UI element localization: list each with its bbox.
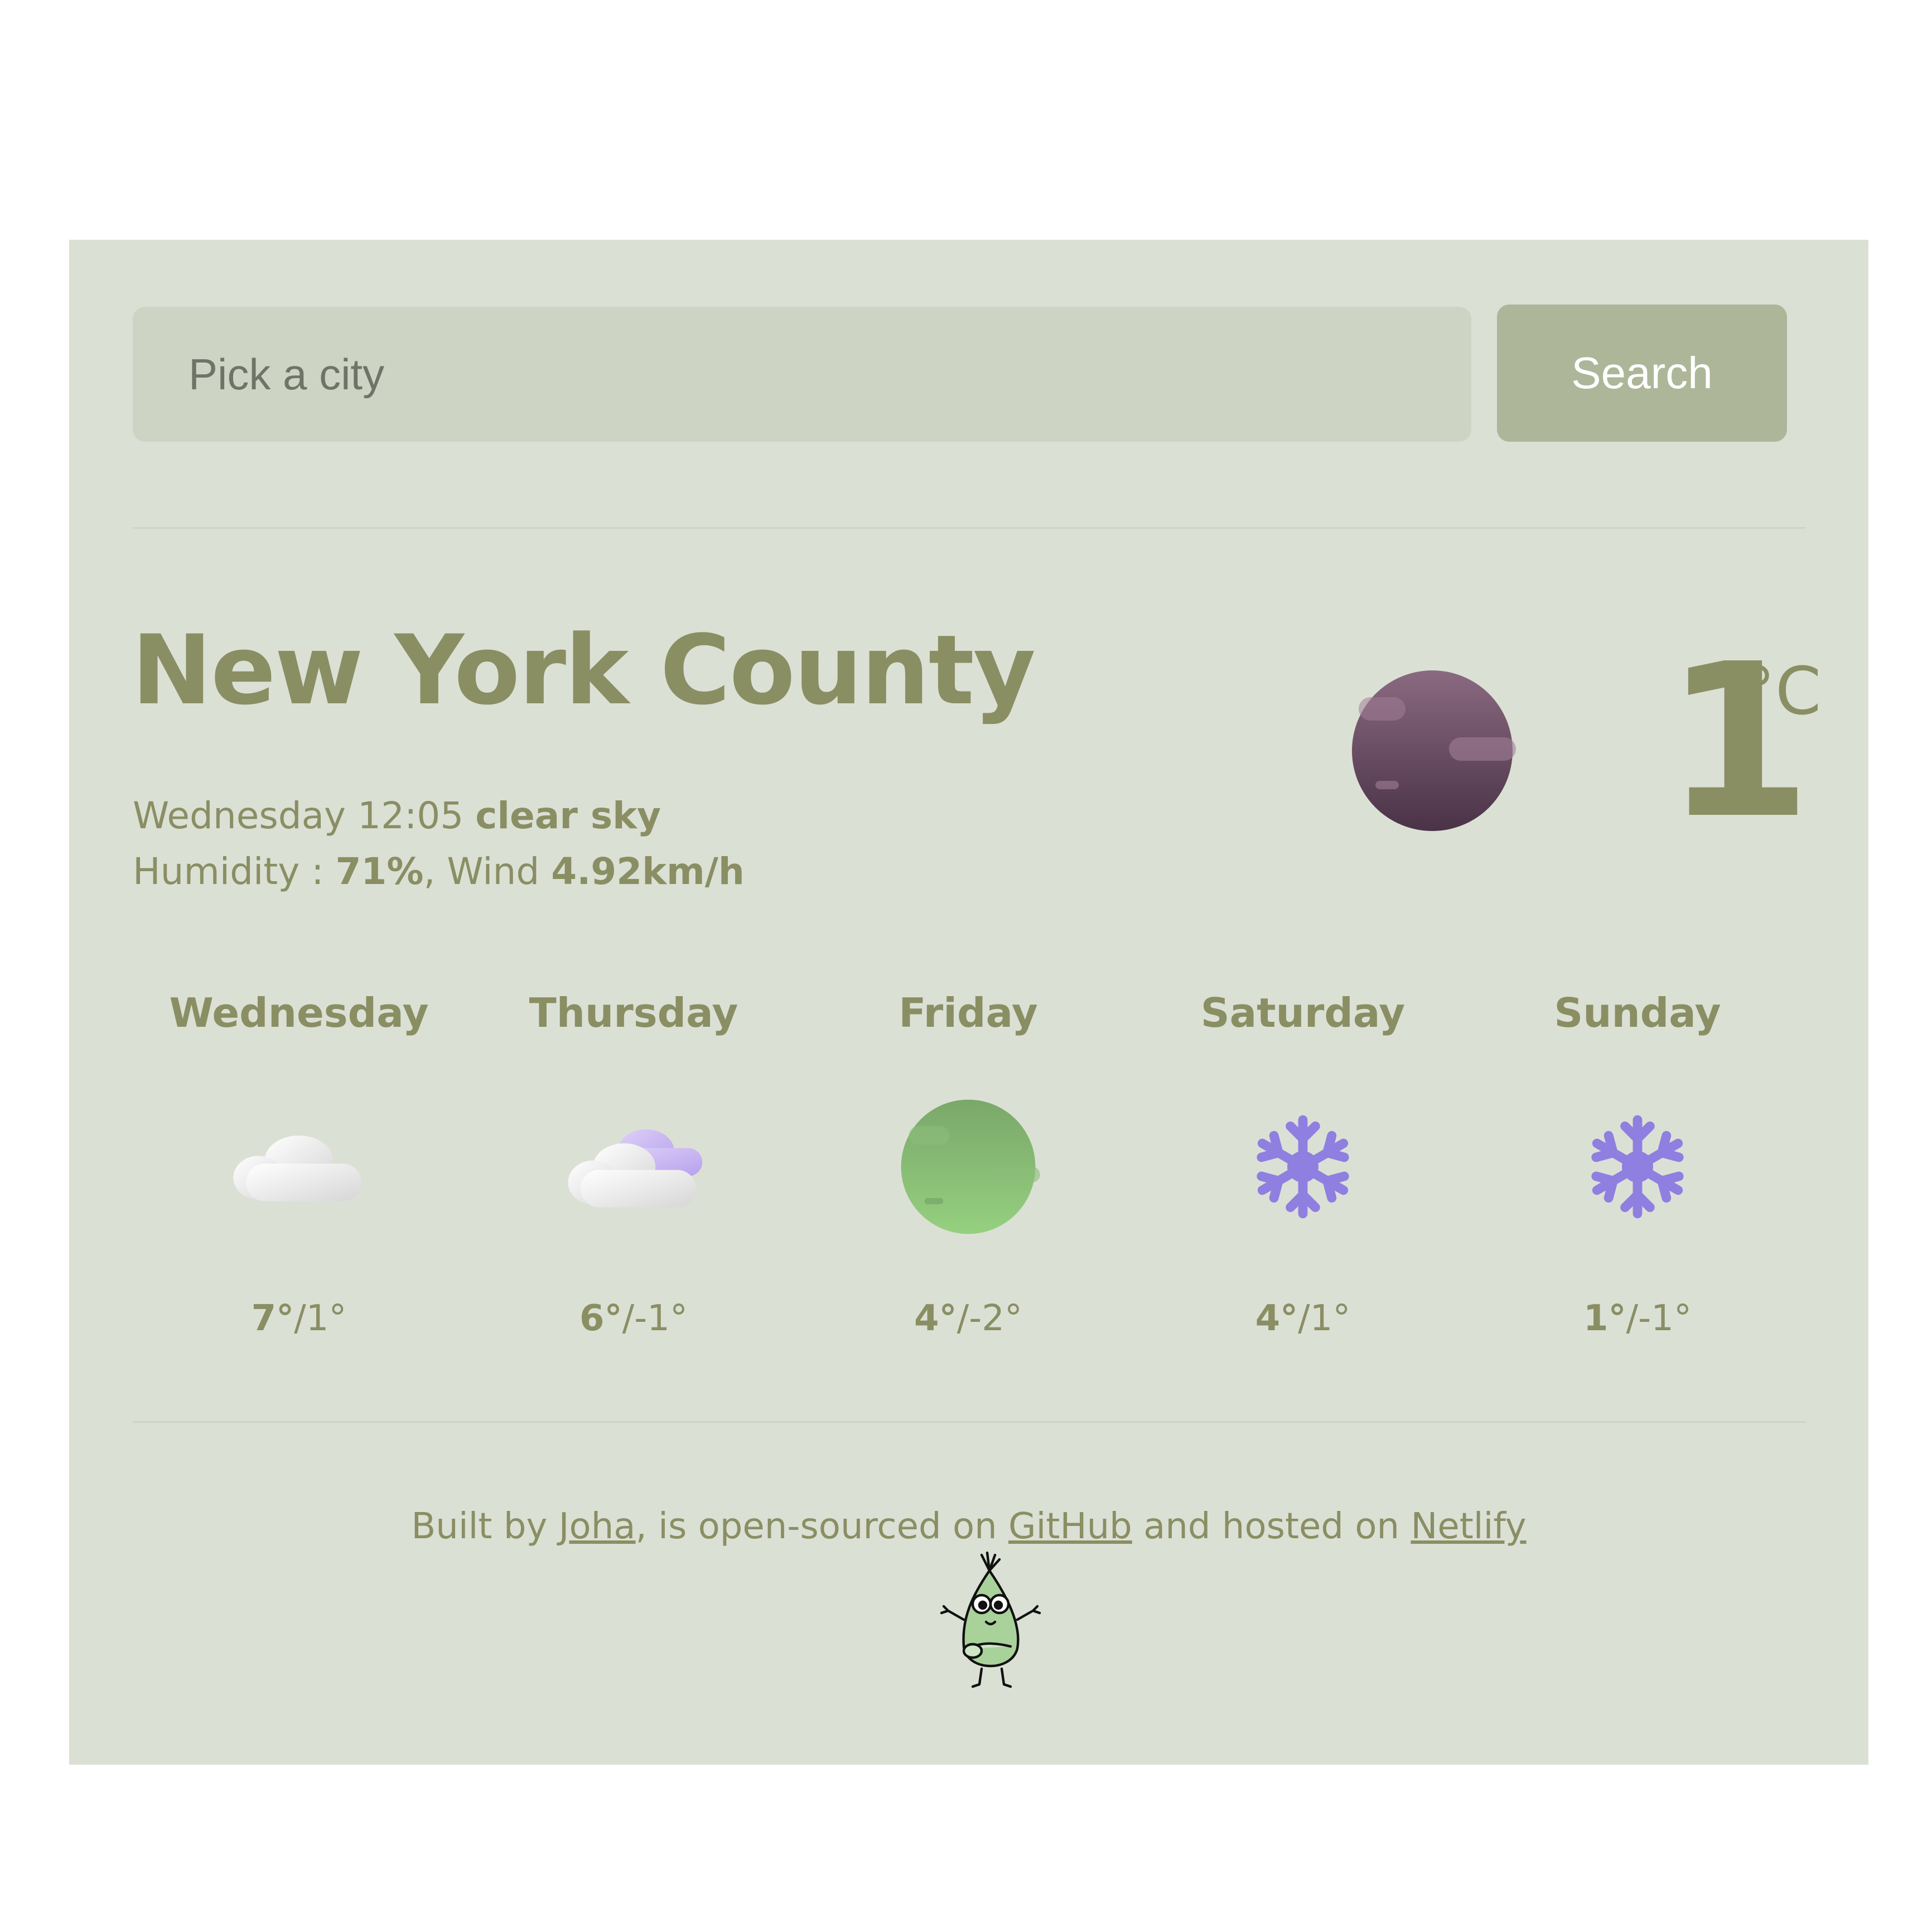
snowflake-icon <box>1559 1115 1716 1245</box>
forecast-min: /-1° <box>1626 1298 1692 1339</box>
forecast-day-name: Wednesday <box>169 989 429 1036</box>
temperature-unit: °C <box>1742 653 1822 730</box>
footer-text: and hosted on <box>1132 1506 1411 1547</box>
github-link[interactable]: GitHub <box>1008 1506 1132 1547</box>
footer-text: Built by <box>411 1506 559 1547</box>
divider <box>133 1421 1806 1423</box>
forecast-temperature: 1°/-1° <box>1470 1301 1805 1336</box>
forecast-day: Wednesday 7°/1° <box>132 993 466 1336</box>
current-day-time: Wednesday 12:05 <box>133 794 464 837</box>
humidity-label: Humidity : <box>133 850 324 893</box>
forecast-min: /-1° <box>622 1298 688 1339</box>
forecast-max: 4° <box>914 1298 957 1339</box>
footer-text: , is open-sourced on <box>635 1506 1009 1547</box>
divider <box>133 527 1806 529</box>
forecast-temperature: 4°/1° <box>1136 1301 1470 1336</box>
forecast-day-name: Saturday <box>1200 989 1405 1036</box>
cloud-icon <box>233 1136 361 1201</box>
weather-card: Search New York County Wednesday 12:05 c… <box>69 240 1868 1765</box>
forecast-day: Friday 4°/-2° <box>801 993 1136 1336</box>
forecast-day-name: Thursday <box>529 989 738 1036</box>
forecast-max: 1° <box>1583 1298 1626 1339</box>
forecast-day-name: Sunday <box>1554 989 1721 1036</box>
wind-value: 4.92km/h <box>551 850 745 893</box>
date-description-line: Wednesday 12:05 clear sky <box>133 798 661 834</box>
humidity-wind-line: Humidity : 71%, Wind 4.92km/h <box>133 853 745 890</box>
city-name: New York County <box>132 614 1036 726</box>
weather-description: clear sky <box>475 794 661 837</box>
forecast-temperature: 7°/1° <box>132 1301 466 1336</box>
mascot-illustration <box>940 1551 1041 1688</box>
wind-label: , Wind <box>423 850 540 893</box>
forecast-min: /1° <box>1298 1298 1351 1339</box>
forecast-temperature: 6°/-1° <box>466 1301 801 1336</box>
footer: Built by Joha, is open-sourced on GitHub… <box>69 1506 1868 1547</box>
forecast-day: Thursday 6°/-1° <box>466 993 801 1336</box>
forecast-min: /1° <box>294 1298 347 1339</box>
cloud-icon <box>568 1129 703 1208</box>
forecast-day: Saturday 4°/1° <box>1136 993 1470 1336</box>
forecast-max: 4° <box>1255 1298 1298 1339</box>
forecast-max: 7° <box>251 1298 294 1339</box>
forecast-min: /-2° <box>957 1298 1022 1339</box>
snowflake-icon <box>1225 1115 1381 1245</box>
moon-icon <box>1352 670 1516 831</box>
forecast-day-name: Friday <box>899 989 1038 1036</box>
humidity-value: 71% <box>335 850 424 893</box>
moon-icon <box>901 1099 1040 1234</box>
author-link[interactable]: Joha <box>559 1506 636 1547</box>
netlify-link[interactable]: Netlify <box>1411 1506 1526 1547</box>
search-button[interactable]: Search <box>1497 305 1787 442</box>
city-search-input[interactable] <box>133 307 1471 442</box>
forecast-day: Sunday 1°/-1° <box>1470 993 1805 1336</box>
forecast-max: 6° <box>579 1298 622 1339</box>
forecast-temperature: 4°/-2° <box>801 1301 1136 1336</box>
